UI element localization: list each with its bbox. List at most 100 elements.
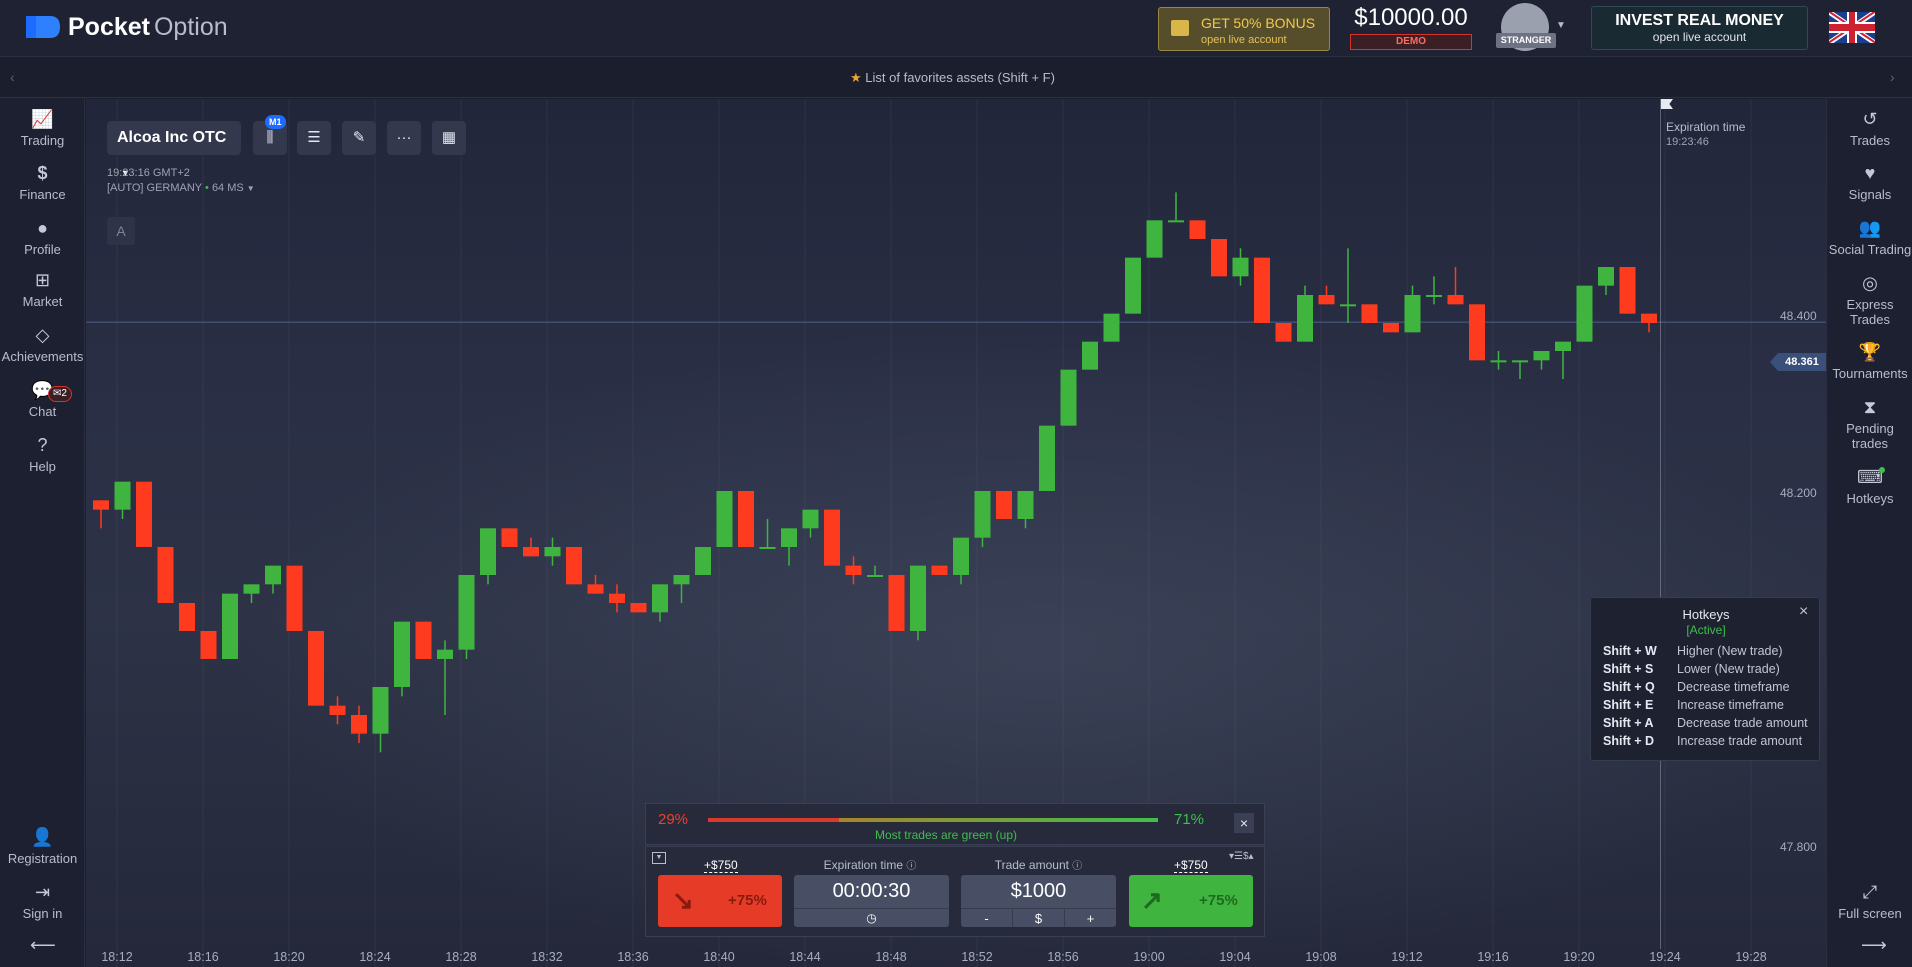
sidebar-item-registration[interactable]: 👤 Registration <box>0 827 85 866</box>
user-status-badge: STRANGER <box>1496 33 1556 48</box>
candle-body <box>1189 220 1206 239</box>
sell-button[interactable]: ↘ +75% <box>658 875 782 927</box>
buy-button[interactable]: ↗ +75% <box>1129 875 1253 927</box>
candle <box>243 584 260 603</box>
logo[interactable]: Pocket Option <box>22 12 228 42</box>
payout-settings-icon[interactable]: ▾☰$▴ <box>1229 851 1254 862</box>
sidebar-item-pending-trades[interactable]: ⧗ Pending trades <box>1827 397 1912 451</box>
server-time: 19:23:16 GMT+2 <box>107 167 190 179</box>
user-avatar[interactable]: STRANGER <box>1496 3 1556 53</box>
x-tick-label: 18:28 <box>445 950 477 964</box>
candle-body <box>1254 257 1270 323</box>
sign-in-icon: ⇥ <box>34 882 51 902</box>
history-icon: ↺ <box>1862 109 1878 129</box>
candle-body <box>114 481 131 510</box>
asset-name: Alcoa Inc OTC <box>117 129 227 146</box>
sidebar-item-market[interactable]: ⊞ Market <box>0 270 85 309</box>
indicator-toggle[interactable]: A <box>107 217 135 245</box>
candle-body <box>695 547 711 575</box>
sidebar-item-label: Registration <box>7 851 78 866</box>
server-info[interactable]: [AUTO] GERMANY • 64 MS ▼ <box>107 182 255 194</box>
sidebar-item-label: Finance <box>19 187 66 202</box>
dollar-icon: $ <box>37 163 48 183</box>
expand-icon: ⤢ <box>1862 882 1878 902</box>
sidebar-item-social-trading[interactable]: 👥 Social Trading <box>1827 218 1912 257</box>
collapse-arrow-icon[interactable]: ⟵ <box>30 935 56 956</box>
hotkeys-active-dot <box>1879 467 1885 473</box>
currency-button[interactable]: $ <box>1013 909 1065 927</box>
amount-input[interactable]: $1000 - $ + <box>961 875 1116 927</box>
candle <box>1017 491 1034 529</box>
candle <box>1512 360 1528 379</box>
sidebar-item-tournaments[interactable]: 🏆 Tournaments <box>1827 342 1912 381</box>
sidebar-item-profile[interactable]: ● Profile <box>0 218 85 257</box>
sidebar-item-label: Full screen <box>1838 906 1902 921</box>
expiration-time: 19:23:46 <box>1666 136 1709 148</box>
sidebar-item-trades[interactable]: ↺ Trades <box>1827 109 1912 148</box>
hotkey-desc: Increase trade amount <box>1677 734 1803 748</box>
close-icon[interactable]: × <box>1799 603 1808 621</box>
collapse-toggle-icon[interactable]: ▼ <box>652 852 666 864</box>
sidebar-item-sign-in[interactable]: ⇥ Sign in <box>0 882 85 921</box>
chart-line-icon: 📈 <box>31 109 54 129</box>
sidebar-item-hotkeys[interactable]: ⌨ Hotkeys <box>1827 467 1912 506</box>
close-icon[interactable]: × <box>1234 813 1254 833</box>
candle <box>1146 220 1163 258</box>
current-price-value: 48.361 <box>1785 356 1819 368</box>
sidebar-item-help[interactable]: ? Help <box>0 435 85 474</box>
asset-selector[interactable]: Alcoa Inc OTC ▼ <box>107 121 241 178</box>
chevron-left-icon[interactable]: ‹ <box>10 69 15 85</box>
candle <box>394 621 410 697</box>
candle <box>308 631 324 706</box>
invest-real-money-button[interactable]: INVEST REAL MONEY open live account <box>1591 6 1808 50</box>
expiration-input[interactable]: 00:00:30 ◷ <box>794 875 949 927</box>
candle-body <box>1318 295 1335 305</box>
expiration-label: Expiration time ⓘ <box>794 857 946 872</box>
hotkey-desc: Lower (New trade) <box>1677 662 1780 676</box>
sidebar-item-label: Achievements <box>1 349 84 364</box>
candle <box>695 547 711 575</box>
server-location: [AUTO] GERMANY <box>107 182 202 194</box>
sidebar-item-achievements[interactable]: ◇ Achievements <box>0 325 85 364</box>
hotkey-row: Shift + S Lower (New trade) <box>1603 662 1780 676</box>
clock-icon[interactable]: ◷ <box>794 908 949 927</box>
layout-button[interactable]: ▦ <box>432 121 466 155</box>
sidebar-item-signals[interactable]: ♥ Signals <box>1827 163 1912 202</box>
timeframe-badge: M1 <box>265 115 286 129</box>
hotkey-desc: Decrease trade amount <box>1677 716 1808 730</box>
bonus-button[interactable]: GET 50% BONUS open live account <box>1158 7 1330 51</box>
drawings-button[interactable]: ✎ <box>342 121 376 155</box>
sidebar-item-label: Help <box>29 459 56 474</box>
chart-type-button[interactable]: ⫼ M1 <box>253 115 287 155</box>
current-price-tag-arrow <box>1770 353 1778 371</box>
candle <box>630 603 647 613</box>
sidebar-item-chat[interactable]: 💬 Chat ✉2 <box>0 380 85 419</box>
uk-flag-icon[interactable] <box>1829 12 1875 43</box>
indicators-button[interactable]: ☰ <box>297 121 331 155</box>
chevron-down-icon[interactable]: ▼ <box>1556 20 1566 31</box>
candle <box>93 500 109 529</box>
chevron-right-icon[interactable]: › <box>1890 69 1895 85</box>
candle <box>329 696 346 725</box>
candle-body <box>1447 295 1464 305</box>
candle-body <box>179 603 195 631</box>
question-icon[interactable]: ⓘ <box>906 861 916 872</box>
question-icon[interactable]: ⓘ <box>1072 861 1082 872</box>
fullscreen-button[interactable]: ⤢ Full screen <box>1827 882 1912 921</box>
more-button[interactable]: ··· <box>387 121 421 155</box>
star-icon: ★ <box>850 70 862 85</box>
sidebar-item-finance[interactable]: $ Finance <box>0 163 85 202</box>
hotkey-desc: Higher (New trade) <box>1677 644 1783 658</box>
candle-body <box>1168 220 1184 223</box>
sidebar-item-trading[interactable]: 📈 Trading <box>0 109 85 148</box>
increase-amount-button[interactable]: + <box>1065 909 1116 927</box>
decrease-amount-button[interactable]: - <box>961 909 1013 927</box>
balance-display[interactable]: $10000.00 DEMO <box>1350 4 1472 52</box>
invest-title: INVEST REAL MONEY <box>1615 12 1784 29</box>
sidebar-item-label: Profile <box>24 242 61 257</box>
arrow-right-icon[interactable]: ⟶ <box>1861 935 1887 956</box>
favorites-link[interactable]: ★ List of favorites assets (Shift + F) <box>850 70 1055 86</box>
sidebar-item-express-trades[interactable]: ◎ Express Trades <box>1827 273 1912 327</box>
favorites-text: List of favorites assets (Shift + F) <box>865 70 1055 85</box>
amount-label-text: Trade amount <box>994 858 1069 872</box>
